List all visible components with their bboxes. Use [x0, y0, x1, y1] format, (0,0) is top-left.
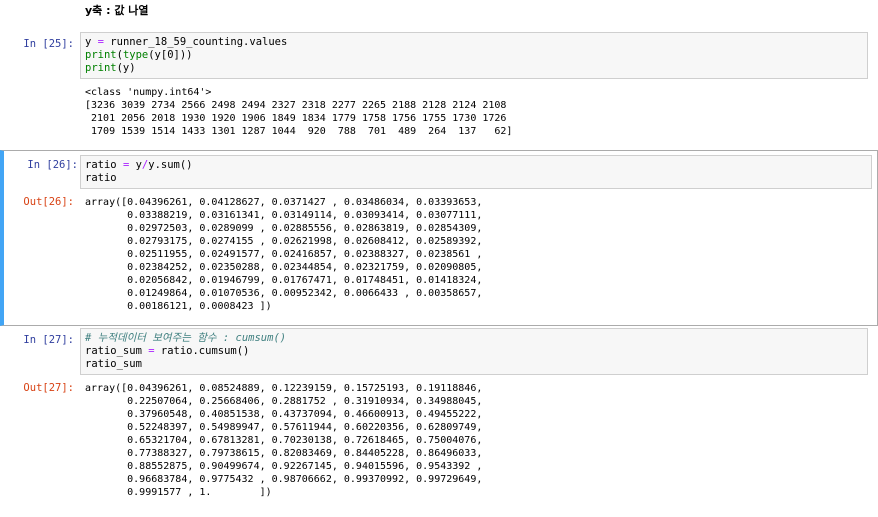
- code-token: print: [85, 62, 117, 74]
- code-token: runner_18_59_counting.values: [103, 36, 288, 48]
- out-prompt: Out[26]:: [23, 196, 74, 208]
- code-input[interactable]: y = runner_18_59_counting.values print(t…: [80, 32, 868, 79]
- code-token: print: [85, 49, 117, 61]
- in-prompt: In [26]:: [27, 159, 78, 171]
- code-token: (y): [116, 62, 136, 74]
- code-token: y: [129, 159, 142, 171]
- array-output: array([0.04396261, 0.08524889, 0.1223915…: [85, 383, 483, 498]
- code-token: ratio_sum: [85, 345, 149, 357]
- code-cell-26[interactable]: In [26]: ratio = y/y.sum() ratio Out[26]…: [0, 150, 878, 326]
- code-token: ratio.cumsum(): [154, 345, 250, 357]
- code-text[interactable]: y = runner_18_59_counting.values print(t…: [81, 33, 867, 78]
- code-token: type: [122, 49, 149, 61]
- in-prompt: In [25]:: [23, 38, 74, 50]
- code-text[interactable]: ratio = y/y.sum() ratio: [81, 156, 871, 188]
- code-token: y.sum(): [148, 159, 193, 171]
- code-token: ratio_sum: [85, 358, 142, 370]
- code-token: (y[0])): [148, 49, 193, 61]
- stdout-output: <class 'numpy.int64'> [3236 3039 2734 25…: [85, 87, 513, 137]
- code-token: ratio: [85, 159, 123, 171]
- array-output: array([0.04396261, 0.04128627, 0.0371427…: [85, 197, 483, 312]
- code-token: ratio: [85, 172, 117, 184]
- code-input[interactable]: ratio = y/y.sum() ratio: [80, 155, 872, 189]
- code-cell-25[interactable]: In [25]: y = runner_18_59_counting.value…: [0, 31, 878, 143]
- markdown-heading: y축 : 값 나열: [85, 4, 149, 17]
- in-prompt: In [27]:: [23, 334, 74, 346]
- code-token: y: [85, 36, 98, 48]
- code-text[interactable]: # 누적데이터 보여주는 함수 : cumsum() ratio_sum = r…: [81, 329, 867, 374]
- code-input[interactable]: # 누적데이터 보여주는 함수 : cumsum() ratio_sum = r…: [80, 328, 868, 375]
- out-prompt: Out[27]:: [23, 382, 74, 394]
- code-cell-27[interactable]: In [27]: # 누적데이터 보여주는 함수 : cumsum() rati…: [0, 327, 878, 517]
- code-token: # 누적데이터 보여주는 함수 : cumsum(): [85, 332, 287, 344]
